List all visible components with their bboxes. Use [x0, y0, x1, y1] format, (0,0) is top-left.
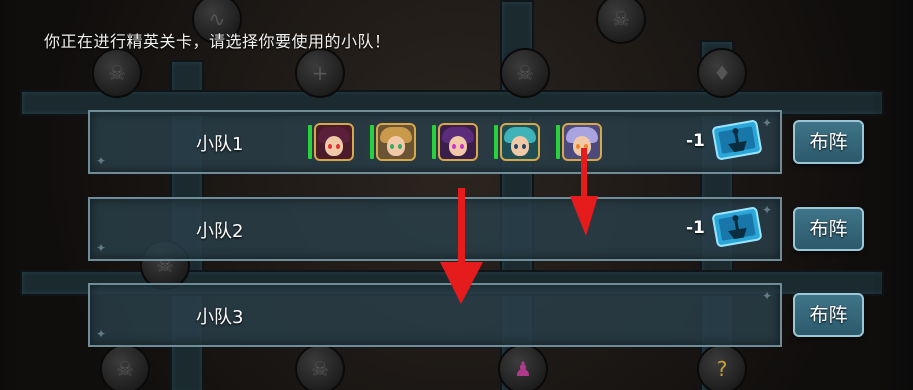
hero-portrait-list — [308, 123, 602, 161]
deploy-team-1-button[interactable]: 布阵 — [793, 120, 864, 164]
team-row-1[interactable]: 小队1 — [88, 110, 782, 174]
board-node-icon: ☠ — [92, 48, 142, 98]
deploy-team-2-button[interactable]: 布阵 — [793, 207, 864, 251]
board-node-icon: + — [295, 48, 345, 98]
board-node-icon: ♟ — [498, 344, 548, 390]
hero-slot[interactable] — [494, 123, 540, 161]
hero-portrait-lavender-hair-girl-icon — [562, 123, 602, 161]
hero-health-bar — [370, 125, 374, 159]
board-node-icon: ☠ — [500, 48, 550, 98]
board-node-icon: ♦ — [697, 48, 747, 98]
hero-health-bar — [494, 125, 498, 159]
hero-health-bar — [556, 125, 560, 159]
hero-slot[interactable] — [432, 123, 478, 161]
deploy-team-3-button[interactable]: 布阵 — [793, 293, 864, 337]
game-screen: ☠ ∿ + ☠ ♦ ☠ ☠ ☠ ☠ ♟ ? 你正在进行精英关卡，请选择你要使用的… — [0, 0, 913, 390]
team-select-prompt: 你正在进行精英关卡，请选择你要使用的小队！ — [44, 32, 391, 51]
hero-health-bar — [432, 125, 436, 159]
stamina-cost: -1 — [686, 131, 705, 151]
hero-slot[interactable] — [556, 123, 602, 161]
hero-portrait-dark-hair-girl-icon — [314, 123, 354, 161]
edge-shadow — [873, 0, 913, 390]
team-name: 小队2 — [196, 221, 244, 242]
hero-health-bar — [308, 125, 312, 159]
stamina-cost: -1 — [686, 218, 705, 238]
hero-portrait-teal-hair-boy-icon — [500, 123, 540, 161]
board-node-icon: ☠ — [100, 344, 150, 390]
hero-slot[interactable] — [308, 123, 354, 161]
team-name: 小队3 — [196, 307, 244, 328]
team-row-2[interactable]: 小队2 -1 — [88, 197, 782, 261]
team-row-3[interactable]: 小队3 — [88, 283, 782, 347]
edge-shadow — [0, 0, 20, 390]
hero-portrait-purple-hair-mage-icon — [438, 123, 478, 161]
stamina-ticket-icon — [712, 207, 762, 247]
board-node-icon: ☠ — [295, 344, 345, 390]
hero-slot[interactable] — [370, 123, 416, 161]
hero-portrait-blonde-warrior-icon — [376, 123, 416, 161]
team-name: 小队1 — [196, 134, 244, 155]
board-node-icon: ? — [697, 344, 747, 390]
stamina-ticket-icon — [712, 120, 762, 160]
